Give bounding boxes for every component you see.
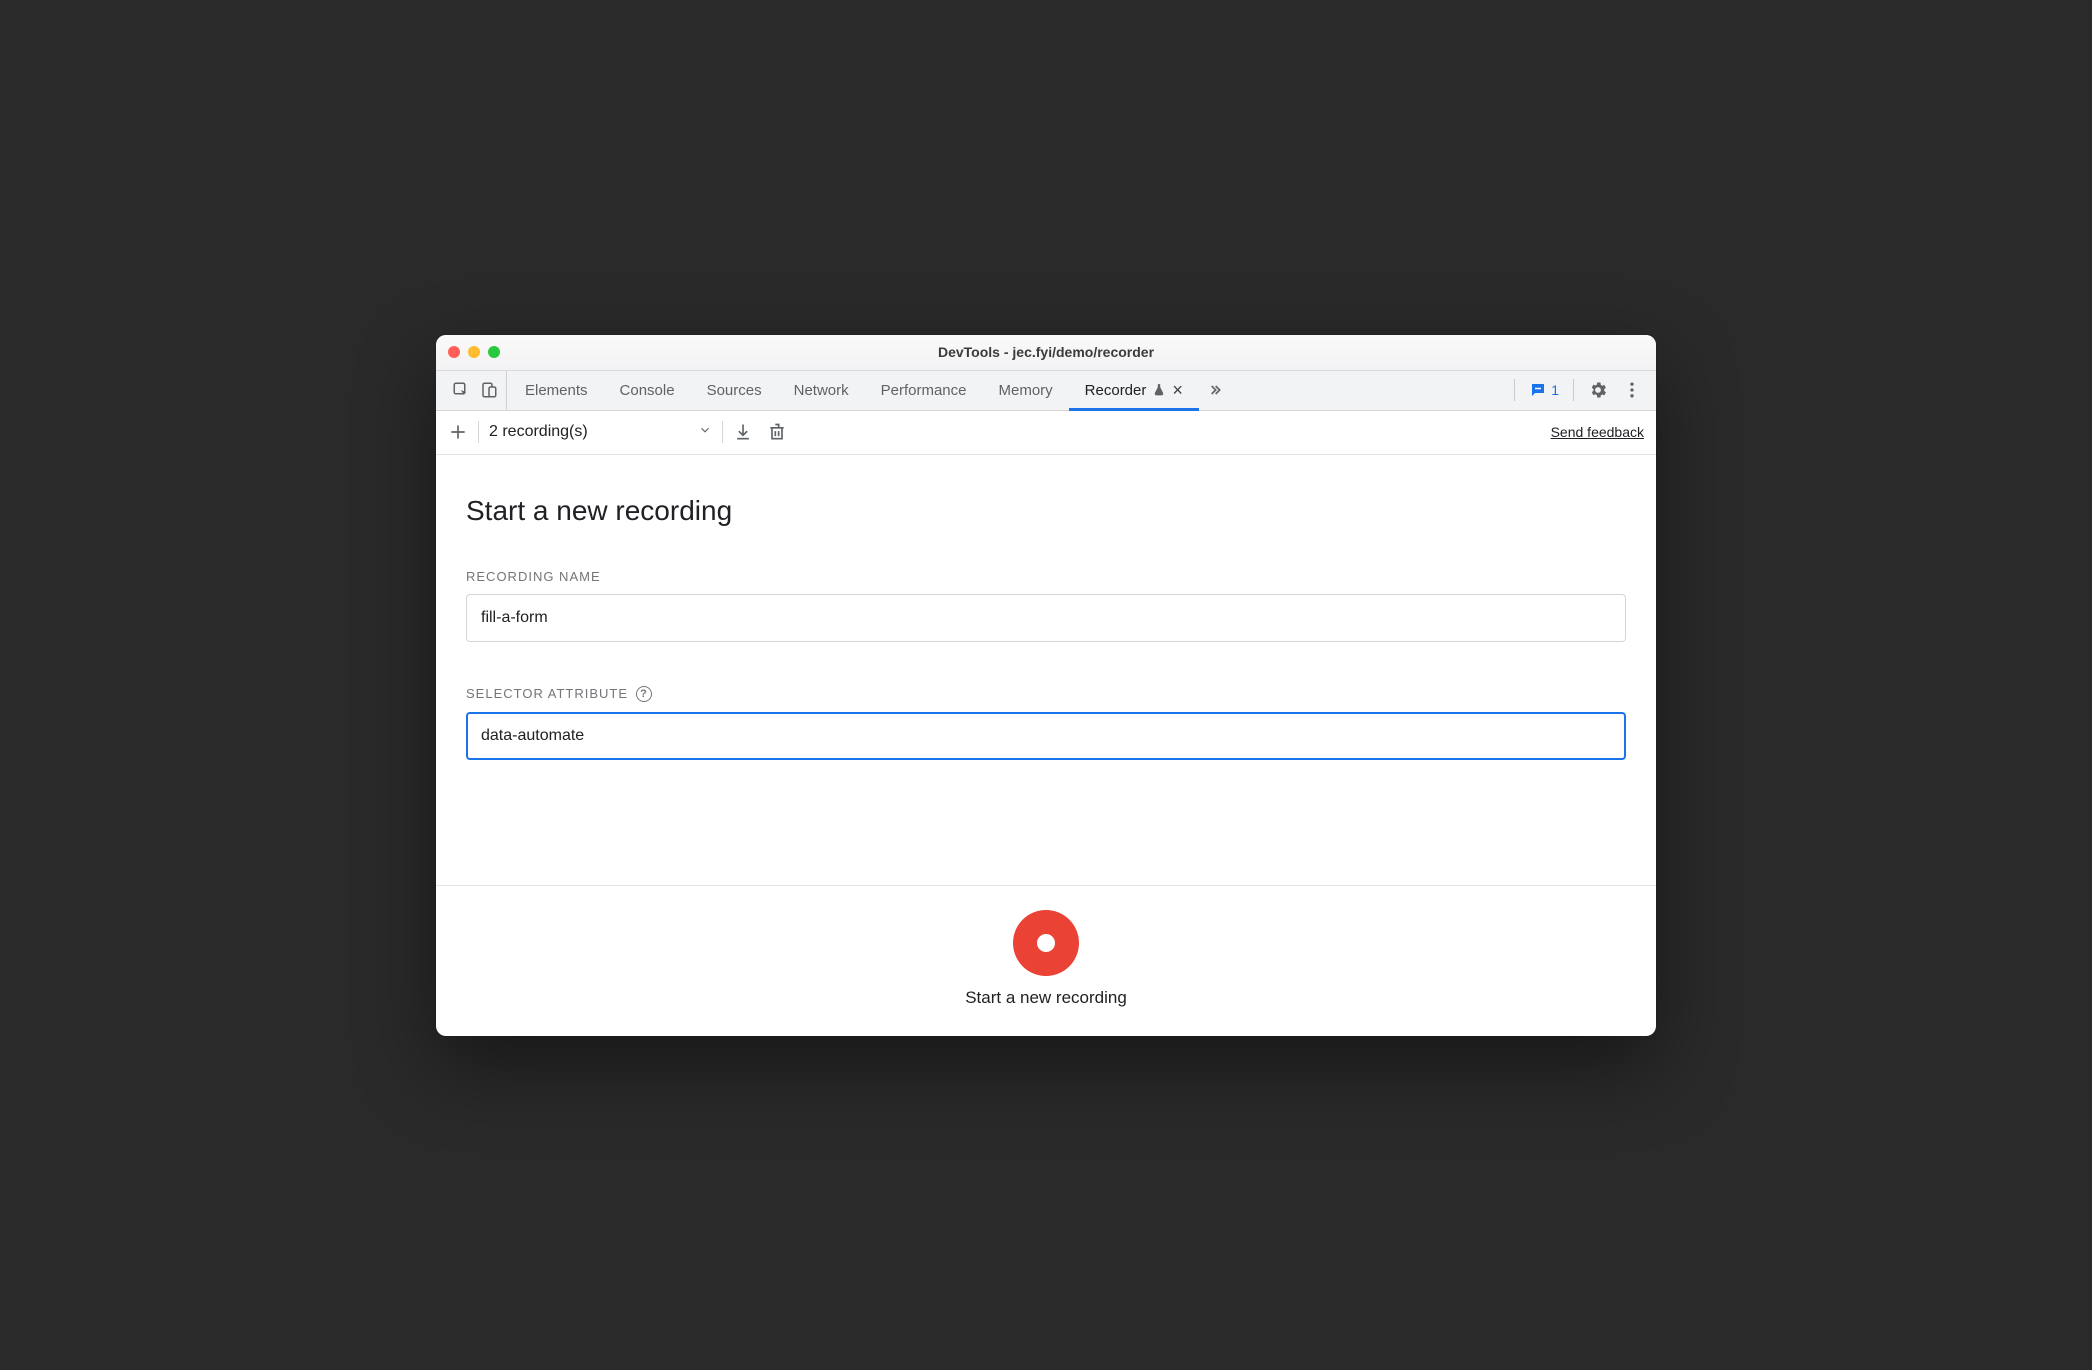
start-recording-label: Start a new recording <box>965 988 1127 1008</box>
tab-console[interactable]: Console <box>604 371 691 410</box>
page-title: Start a new recording <box>466 495 1626 527</box>
recordings-summary-label: 2 recording(s) <box>489 423 588 441</box>
export-download-icon[interactable] <box>733 422 753 442</box>
new-recording-plus-icon[interactable] <box>448 422 468 442</box>
tab-sources[interactable]: Sources <box>691 371 778 410</box>
devtools-window: DevTools - jec.fyi/demo/recorder Element… <box>436 335 1656 1036</box>
tab-elements[interactable]: Elements <box>509 371 604 410</box>
experiment-flask-icon <box>1152 383 1166 397</box>
more-tabs-icon[interactable] <box>1207 382 1223 398</box>
tab-performance[interactable]: Performance <box>865 371 983 410</box>
tab-recorder[interactable]: Recorder × <box>1069 371 1199 410</box>
selector-attribute-input[interactable] <box>466 712 1626 760</box>
recorder-footer: Start a new recording <box>436 885 1656 1036</box>
send-feedback-link[interactable]: Send feedback <box>1551 424 1644 440</box>
devtools-tabbar: Elements Console Sources Network Perform… <box>436 371 1656 411</box>
recorder-content: Start a new recording Recording Name Sel… <box>436 455 1656 885</box>
settings-gear-icon[interactable] <box>1588 380 1608 400</box>
window-titlebar: DevTools - jec.fyi/demo/recorder <box>436 335 1656 371</box>
minimize-window-button[interactable] <box>468 346 480 358</box>
close-window-button[interactable] <box>448 346 460 358</box>
device-toolbar-icon[interactable] <box>480 381 498 399</box>
window-title: DevTools - jec.fyi/demo/recorder <box>436 344 1656 360</box>
recorder-toolbar: 2 recording(s) Send feedback <box>436 411 1656 455</box>
window-controls <box>448 346 500 358</box>
issues-count: 1 <box>1551 382 1559 398</box>
tab-network[interactable]: Network <box>778 371 865 410</box>
maximize-window-button[interactable] <box>488 346 500 358</box>
tab-memory[interactable]: Memory <box>983 371 1069 410</box>
recordings-dropdown[interactable]: 2 recording(s) <box>489 423 712 442</box>
start-recording-button[interactable] <box>1013 910 1079 976</box>
delete-trash-icon[interactable] <box>767 422 787 442</box>
recording-name-label: Recording Name <box>466 569 1626 584</box>
selector-attribute-label: Selector Attribute ? <box>466 686 1626 702</box>
help-icon[interactable]: ? <box>636 686 652 702</box>
issues-badge[interactable]: 1 <box>1529 381 1559 399</box>
recording-name-input[interactable] <box>466 594 1626 642</box>
kebab-menu-icon[interactable] <box>1622 380 1642 400</box>
chevron-down-icon <box>698 423 712 442</box>
inspect-element-icon[interactable] <box>452 381 470 399</box>
record-dot-icon <box>1037 934 1055 952</box>
close-tab-button[interactable]: × <box>1172 381 1183 399</box>
